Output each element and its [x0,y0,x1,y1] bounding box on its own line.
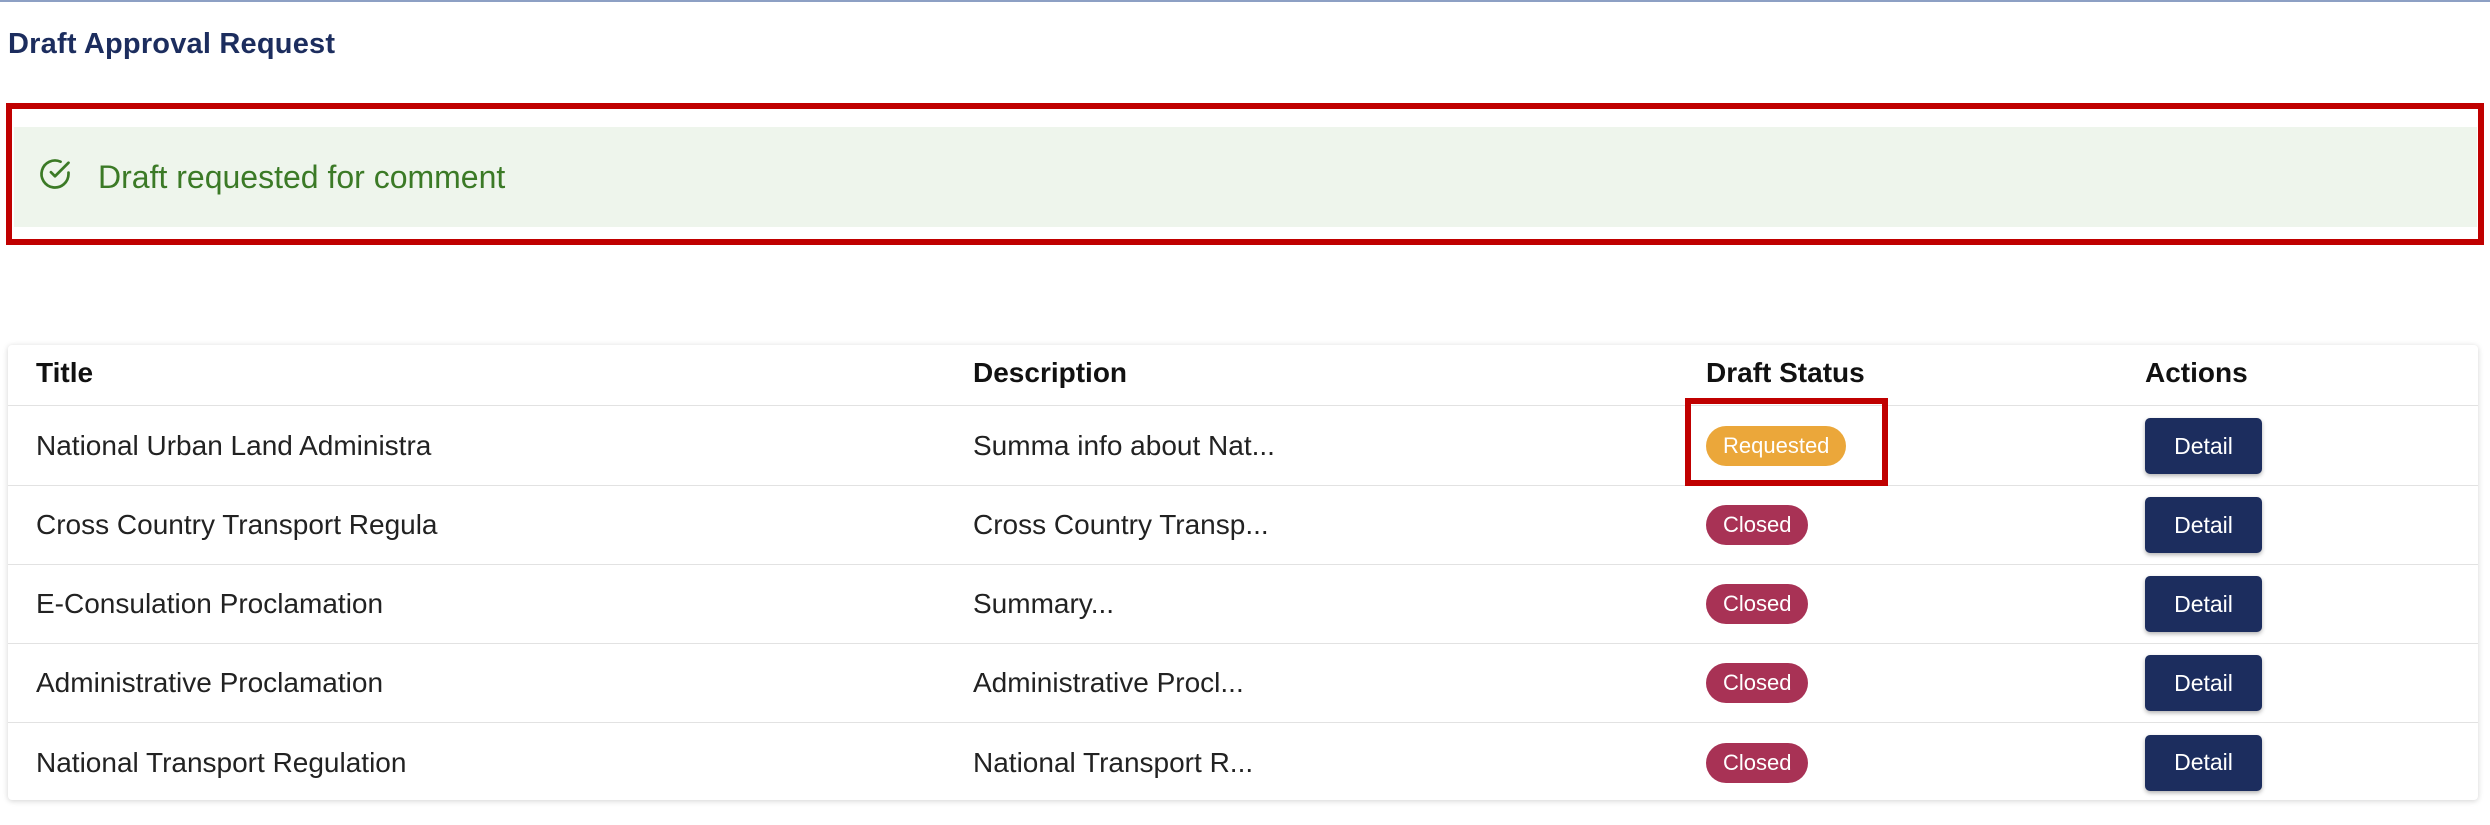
status-badge: Closed [1706,584,1809,624]
table-row: Administrative Proclamation Administrati… [8,644,2478,723]
detail-button[interactable]: Detail [2145,734,2262,791]
row-description: Summa info about Nat... [973,430,1275,461]
status-cell: Closed [1706,742,1809,783]
detail-button[interactable]: Detail [2145,655,2262,711]
column-header-actions: Actions [2145,357,2248,388]
row-title: Administrative Proclamation [36,667,384,698]
actions-cell: Detail [2145,576,2262,632]
row-description: Cross Country Transp... [973,509,1269,540]
table-row: National Transport Regulation National T… [8,723,2478,802]
detail-button[interactable]: Detail [2145,497,2262,553]
alert-highlight-frame [6,103,2484,245]
actions-cell: Detail [2145,418,2262,474]
table-row: Cross Country Transport Regula Cross Cou… [8,486,2478,565]
row-title: E-Consulation Proclamation [36,588,384,619]
draft-table: Title Description Draft Status Actions N… [8,345,2478,800]
detail-button[interactable]: Detail [2145,576,2262,632]
row-title: National Transport Regulation [36,746,407,778]
row-title: Cross Country Transport Regula [36,509,438,540]
status-badge: Closed [1706,742,1809,783]
status-cell: Closed [1706,584,1809,624]
status-cell: Closed [1706,505,1809,545]
row-title: National Urban Land Administra [36,430,432,461]
actions-cell: Detail [2145,734,2262,791]
status-highlight-frame [1685,398,1888,486]
status-badge: Closed [1706,663,1809,703]
column-header-draft-status: Draft Status [1706,357,1865,388]
status-badge: Closed [1706,505,1809,545]
column-header-title: Title [36,357,94,388]
actions-cell: Detail [2145,497,2262,553]
row-description: Administrative Procl... [973,667,1244,698]
table-header: Title Description Draft Status Actions [8,345,2478,406]
table-row: E-Consulation Proclamation Summary... Cl… [8,565,2478,644]
page-title: Draft Approval Request [8,28,336,60]
row-description: Summary... [973,588,1115,619]
column-header-description: Description [973,357,1128,388]
status-cell: Closed [1706,663,1809,703]
actions-cell: Detail [2145,655,2262,711]
table-row: National Urban Land Administra Summa inf… [8,407,2478,486]
row-description: National Transport R... [973,746,1254,778]
top-divider [0,0,2490,2]
detail-button[interactable]: Detail [2145,418,2262,474]
